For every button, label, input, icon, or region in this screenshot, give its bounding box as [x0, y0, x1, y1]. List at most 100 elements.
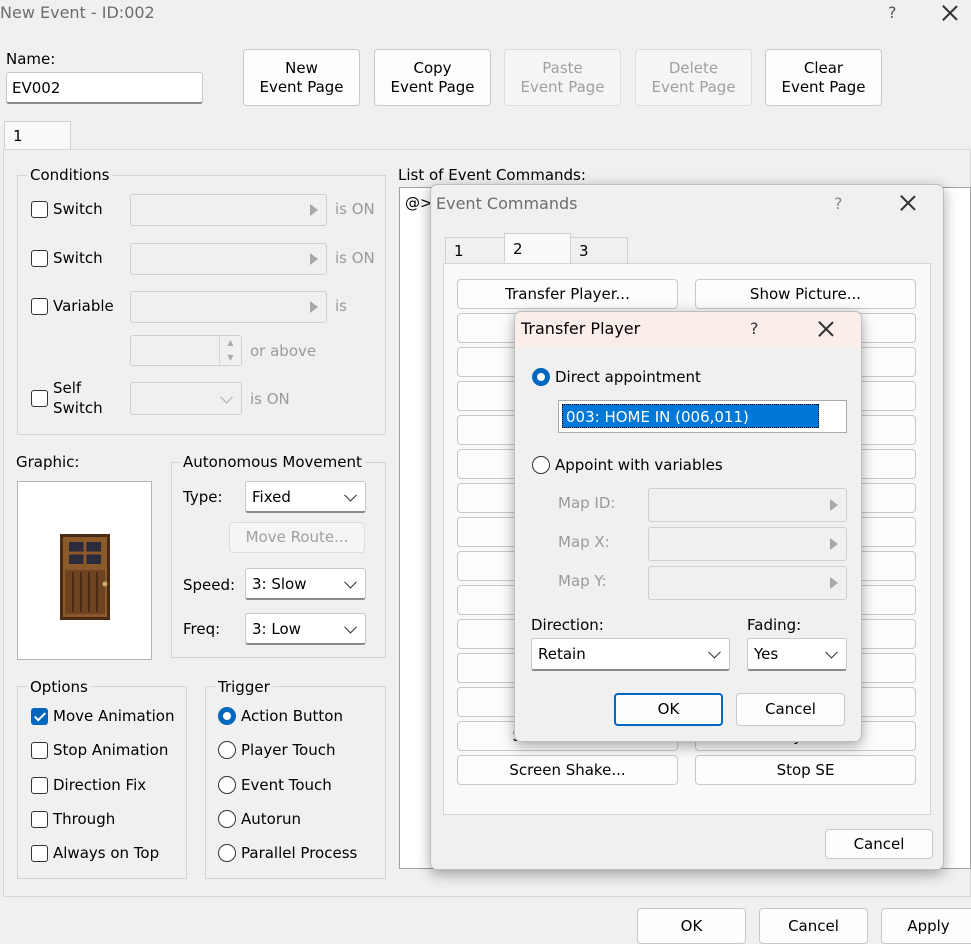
option-label: Move Animation [53, 707, 175, 725]
tab-page-1[interactable]: 1 [4, 121, 71, 150]
trigger-label-item: Autorun [241, 809, 302, 828]
option-label: Through [53, 809, 116, 828]
chevron-down-icon [825, 645, 838, 659]
option-checkbox[interactable] [31, 708, 48, 725]
option-label: Always on Top [53, 844, 160, 863]
speed-label: Speed: [183, 576, 236, 594]
fading-label: Fading: [747, 616, 802, 634]
appoint-variables-label: Appoint with variables [555, 456, 723, 474]
direct-location-value: 003: HOME IN (006,011) [562, 404, 819, 428]
type-label: Type: [183, 488, 223, 506]
map-y-field[interactable] [648, 566, 847, 600]
trigger-radio[interactable] [218, 809, 236, 828]
freq-label: Freq: [183, 620, 221, 638]
option-checkbox[interactable] [31, 742, 48, 760]
event-commands-cancel-button[interactable]: Cancel [825, 829, 933, 859]
option-label: Direction Fix [53, 775, 147, 794]
door-graphic [60, 534, 110, 620]
option-checkbox[interactable] [31, 776, 48, 794]
trigger-label: Trigger [215, 678, 273, 696]
movement-label: Autonomous Movement [180, 453, 365, 471]
map-y-label: Map Y: [558, 572, 607, 590]
variable-is: is [335, 297, 347, 315]
variable-select[interactable] [130, 291, 327, 323]
self-switch-label: Self Switch [53, 379, 103, 417]
delete-event-page-button[interactable]: Delete Event Page [635, 49, 752, 106]
variable-checkbox[interactable] [31, 298, 48, 315]
clear-event-page-button[interactable]: Clear Event Page [765, 49, 882, 106]
switch1-label: Switch [53, 200, 103, 218]
speed-select[interactable]: 3: Slow [245, 568, 366, 600]
option-label: Stop Animation [53, 741, 169, 760]
variable-value-spinner[interactable]: ▲ ▼ [130, 335, 242, 366]
close-icon[interactable] [900, 195, 916, 211]
self-switch-is-on: is ON [250, 390, 290, 408]
tab-commands-2[interactable]: 2 [504, 233, 571, 264]
direction-label: Direction: [531, 616, 604, 634]
map-id-label: Map ID: [558, 494, 616, 512]
trigger-label-item: Player Touch [241, 741, 336, 760]
transfer-title: Transfer Player [521, 319, 641, 338]
option-checkbox[interactable] [31, 845, 48, 863]
event-commands-title: Event Commands [436, 194, 578, 213]
appoint-variables-radio[interactable] [532, 456, 550, 474]
close-icon[interactable] [942, 5, 958, 21]
command-button[interactable]: Transfer Player... [457, 279, 678, 309]
tab-commands-3[interactable]: 3 [570, 237, 628, 264]
transfer-help[interactable]: ? [750, 319, 759, 338]
copy-event-page-button[interactable]: Copy Event Page [374, 49, 491, 106]
trigger-radio[interactable] [218, 775, 236, 794]
map-id-field[interactable] [648, 488, 847, 522]
switch1-is-on: is ON [335, 200, 375, 218]
transfer-cancel-button[interactable]: Cancel [736, 693, 845, 726]
switch2-checkbox[interactable] [31, 250, 48, 267]
switch2-label: Switch [53, 249, 103, 267]
new-event-page-button[interactable]: New Event Page [243, 49, 360, 106]
transfer-ok-button[interactable]: OK [614, 693, 723, 726]
chevron-down-icon [344, 488, 357, 502]
chevron-down-icon [708, 645, 721, 659]
fading-select[interactable]: Yes [747, 638, 847, 671]
self-switch-checkbox[interactable] [31, 390, 48, 407]
move-route-button[interactable]: Move Route... [229, 522, 365, 553]
self-switch-select[interactable] [130, 382, 242, 415]
trigger-radio[interactable] [218, 707, 236, 725]
option-checkbox[interactable] [31, 810, 48, 828]
direct-location-field[interactable]: 003: HOME IN (006,011) [558, 400, 847, 433]
window-title: New Event - ID:002 [0, 3, 155, 22]
name-input[interactable]: EV002 [6, 72, 203, 104]
variable-label: Variable [53, 297, 114, 315]
command-button[interactable]: Stop SE [695, 755, 916, 785]
freq-select[interactable]: 3: Low [245, 613, 366, 645]
graphic-label: Graphic: [16, 453, 80, 471]
name-label: Name: [6, 50, 56, 68]
switch1-select[interactable] [130, 194, 327, 226]
map-x-label: Map X: [558, 533, 610, 551]
switch2-select[interactable] [130, 243, 327, 275]
command-list-label: List of Event Commands: [398, 166, 586, 184]
map-x-field[interactable] [648, 527, 847, 561]
conditions-label: Conditions [27, 166, 113, 184]
trigger-label-item: Event Touch [241, 775, 332, 794]
options-label: Options [27, 678, 91, 696]
command-button[interactable]: Screen Shake... [457, 755, 678, 785]
ok-button[interactable]: OK [637, 908, 746, 944]
command-button[interactable]: Show Picture... [695, 279, 916, 309]
cancel-button[interactable]: Cancel [759, 908, 868, 944]
switch1-checkbox[interactable] [31, 201, 48, 218]
or-above-label: or above [250, 342, 317, 360]
apply-button[interactable]: Apply [881, 908, 971, 944]
event-commands-help[interactable]: ? [834, 194, 843, 213]
close-icon[interactable] [818, 321, 834, 337]
trigger-label-item: Parallel Process [241, 844, 358, 863]
direct-appointment-radio[interactable] [532, 368, 550, 386]
direction-select[interactable]: Retain [531, 638, 730, 671]
paste-event-page-button[interactable]: Paste Event Page [504, 49, 621, 106]
type-select[interactable]: Fixed [245, 481, 366, 513]
command-list-first-line[interactable]: @> [405, 194, 433, 212]
chevron-down-icon [344, 575, 357, 589]
chevron-down-icon [344, 620, 357, 634]
tab-commands-1[interactable]: 1 [445, 237, 505, 264]
trigger-label-item: Action Button [241, 707, 343, 725]
help-button[interactable]: ? [888, 3, 897, 22]
